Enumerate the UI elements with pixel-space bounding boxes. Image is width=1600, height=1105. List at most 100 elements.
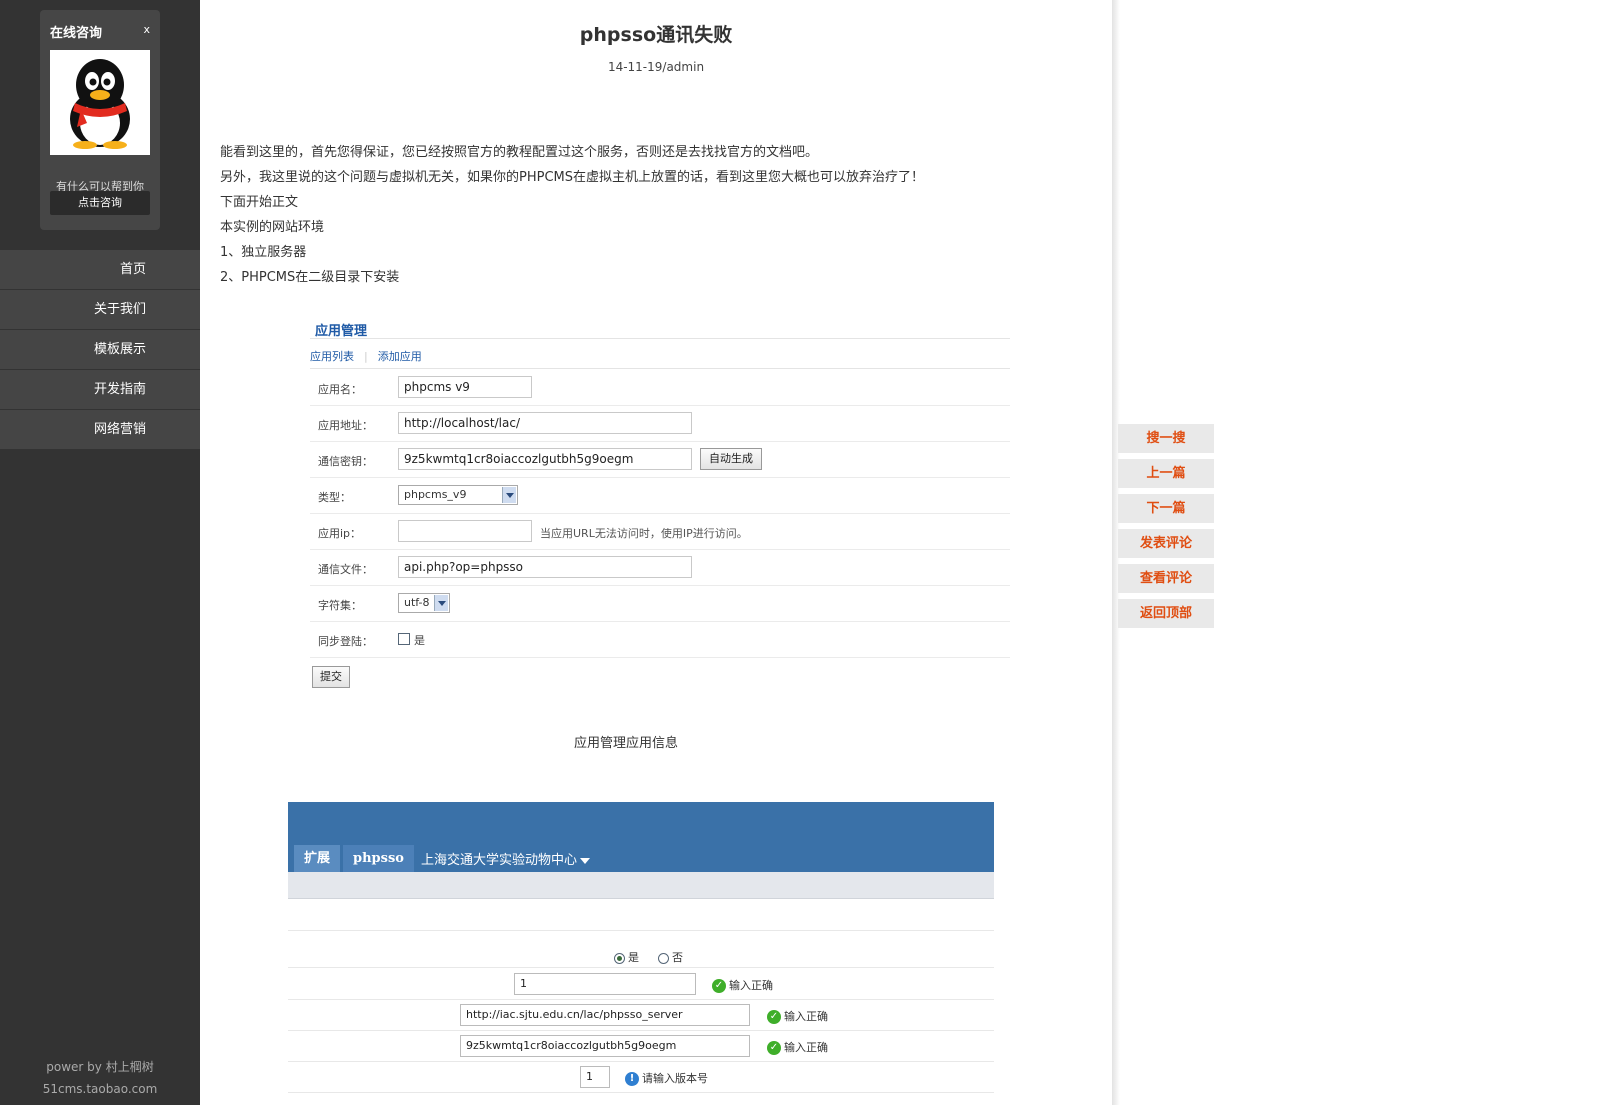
sync-login-checkbox[interactable] <box>398 633 410 645</box>
divider <box>310 338 1010 339</box>
consult-title: 在线咨询 <box>50 26 103 41</box>
field-2-status: ✓ 输入正确 <box>767 1008 828 1024</box>
form-row-app-url: 应用地址： http://localhost/lac/ <box>310 406 1010 442</box>
powered-by-text: power by 村上棡树 <box>46 1060 154 1074</box>
article-paragraph: 本实例的网站环境 <box>220 220 325 235</box>
app-ip-input[interactable] <box>398 520 532 542</box>
type-label: 类型： <box>318 491 351 504</box>
divider <box>288 1030 994 1031</box>
version-input[interactable]: 1 <box>580 1066 610 1088</box>
sync-login-option: 是 <box>414 634 425 647</box>
form-row-type: 类型： phpcms_v9 <box>310 478 1010 514</box>
api-file-label: 通信文件： <box>318 563 373 576</box>
article-paragraph: 能看到这里的，首先您得保证，您已经按照官方的教程配置过这个服务，否则还是去找找官… <box>220 145 819 160</box>
shop-link[interactable]: 51cms.taobao.com <box>0 1082 200 1096</box>
search-button[interactable]: 搜一搜 <box>1118 424 1214 453</box>
field-1-input[interactable]: 1 <box>514 973 696 995</box>
auth-key-input[interactable]: 9z5kwmtq1cr8oiaccozlgutbh5g9oegm <box>398 448 692 470</box>
field-3-status: ✓ 输入正确 <box>767 1039 828 1055</box>
type-select-value: phpcms_v9 <box>404 488 467 501</box>
type-select[interactable]: phpcms_v9 <box>398 485 518 505</box>
check-icon: ✓ <box>767 1010 781 1024</box>
divider <box>288 1092 994 1093</box>
admin-header: 扩展 phpsso 上海交通大学实验动物中心 <box>288 802 994 872</box>
app-name-label: 应用名： <box>318 383 362 396</box>
post-comment-button[interactable]: 发表评论 <box>1118 529 1214 558</box>
nav-item-dev-guide[interactable]: 开发指南 <box>0 370 200 410</box>
divider <box>310 368 1010 369</box>
tab-extension[interactable]: 扩展 <box>294 845 341 872</box>
consult-button[interactable]: 点击咨询 <box>50 191 150 215</box>
online-consult-widget: 在线咨询 x 有什么可以帮到你 点击咨询 <box>40 10 160 230</box>
next-article-button[interactable]: 下一篇 <box>1118 494 1214 523</box>
server-url-input[interactable]: http://iac.sjtu.edu.cn/lac/phpsso_server <box>460 1004 750 1026</box>
auth-key-label: 通信密钥： <box>318 455 373 468</box>
charset-select[interactable]: utf-8 <box>398 593 450 613</box>
app-info-screenshot: 扩展 phpsso 上海交通大学实验动物中心 是 否 1 ✓ 输入正确 http:… <box>288 802 994 1105</box>
radio-yes-label: 是 <box>628 951 639 964</box>
form-row-app-ip: 应用ip： 当应用URL无法访问时，使用IP进行访问。 <box>310 514 1010 550</box>
qq-penguin-icon <box>70 58 130 149</box>
chevron-down-icon <box>502 487 516 503</box>
charset-select-value: utf-8 <box>404 596 430 609</box>
version-hint: ! 请输入版本号 <box>625 1070 708 1086</box>
nav-item-about[interactable]: 关于我们 <box>0 290 200 330</box>
back-to-top-button[interactable]: 返回顶部 <box>1118 599 1214 628</box>
app-url-label: 应用地址： <box>318 419 373 432</box>
prev-article-button[interactable]: 上一篇 <box>1118 459 1214 488</box>
screenshot-caption: 应用管理应用信息 <box>573 736 678 751</box>
form-row-app-name: 应用名： phpcms v9 <box>310 370 1010 406</box>
radio-yes-dot <box>614 952 625 964</box>
form-row-api-file: 通信文件： api.php?op=phpsso <box>310 550 1010 586</box>
app-management-heading: 应用管理 <box>315 324 368 339</box>
api-file-input[interactable]: api.php?op=phpsso <box>398 556 692 578</box>
chevron-down-icon <box>434 595 448 611</box>
radio-no-dot <box>658 952 669 964</box>
site-name: 上海交通大学实验动物中心 <box>421 853 578 868</box>
nav-item-marketing[interactable]: 网络营销 <box>0 410 200 450</box>
tab-app-list[interactable]: 应用列表 <box>310 350 354 363</box>
article-meta: 14-11-19/admin <box>607 60 705 74</box>
article-main: phpsso通讯失败 14-11-19/admin 能看到这里的，首先您得保证，… <box>200 0 1112 1105</box>
tab-phpsso[interactable]: phpsso <box>343 845 414 872</box>
main-nav: 首页 关于我们 模板展示 开发指南 网络营销 <box>0 250 200 450</box>
app-url-input[interactable]: http://localhost/lac/ <box>398 412 692 434</box>
app-management-screenshot: 应用管理 应用列表 | 添加应用 应用名： phpcms v9 应用地址： http… <box>310 310 1010 710</box>
check-icon: ✓ <box>767 1041 781 1055</box>
app-ip-hint: 当应用URL无法访问时，使用IP进行访问。 <box>540 527 748 540</box>
article-paragraph: 下面开始正文 <box>220 195 299 210</box>
ok-text: 输入正确 <box>784 1010 828 1023</box>
info-icon: ! <box>625 1072 639 1086</box>
radio-no-label: 否 <box>672 951 683 964</box>
submit-button[interactable]: 提交 <box>312 666 350 688</box>
article-paragraph: 2、PHPCMS在二级目录下安装 <box>220 270 400 285</box>
check-icon: ✓ <box>712 979 726 993</box>
nav-item-home[interactable]: 首页 <box>0 250 200 290</box>
auth-key-input-2[interactable]: 9z5kwmtq1cr8oiaccozlgutbh5g9oegm <box>460 1035 750 1057</box>
divider <box>288 967 994 968</box>
auto-generate-button[interactable]: 自动生成 <box>700 448 762 470</box>
app-name-input[interactable]: phpcms v9 <box>398 376 532 398</box>
radio-no[interactable]: 否 <box>658 949 683 965</box>
sync-login-label: 同步登陆： <box>318 635 373 648</box>
charset-label: 字符集： <box>318 599 362 612</box>
field-1-status: ✓ 输入正确 <box>712 977 773 993</box>
form-row-auth-key: 通信密钥： 9z5kwmtq1cr8oiaccozlgutbh5g9oegm 自… <box>310 442 1010 478</box>
site-switcher[interactable]: 上海交通大学实验动物中心 <box>421 849 591 868</box>
nav-item-templates[interactable]: 模板展示 <box>0 330 200 370</box>
consult-close-button[interactable]: x <box>143 23 150 36</box>
ok-text: 输入正确 <box>784 1041 828 1054</box>
ok-text: 输入正确 <box>729 979 773 992</box>
article-paragraph: 另外，我这里说的这个问题与虚拟机无关，如果你的PHPCMS在虚拟主机上放置的话，… <box>220 170 925 185</box>
sub-toolbar <box>288 872 994 899</box>
divider <box>288 1061 994 1062</box>
radio-yes[interactable]: 是 <box>614 949 639 965</box>
tab-add-app[interactable]: 添加应用 <box>378 350 422 363</box>
app-management-tabs: 应用列表 | 添加应用 <box>310 348 422 364</box>
article-paragraph: 1、独立服务器 <box>220 245 307 260</box>
view-comments-button[interactable]: 查看评论 <box>1118 564 1214 593</box>
divider <box>288 930 994 931</box>
qq-penguin-avatar[interactable] <box>50 50 150 155</box>
version-hint-text: 请输入版本号 <box>642 1072 708 1085</box>
divider <box>288 999 994 1000</box>
